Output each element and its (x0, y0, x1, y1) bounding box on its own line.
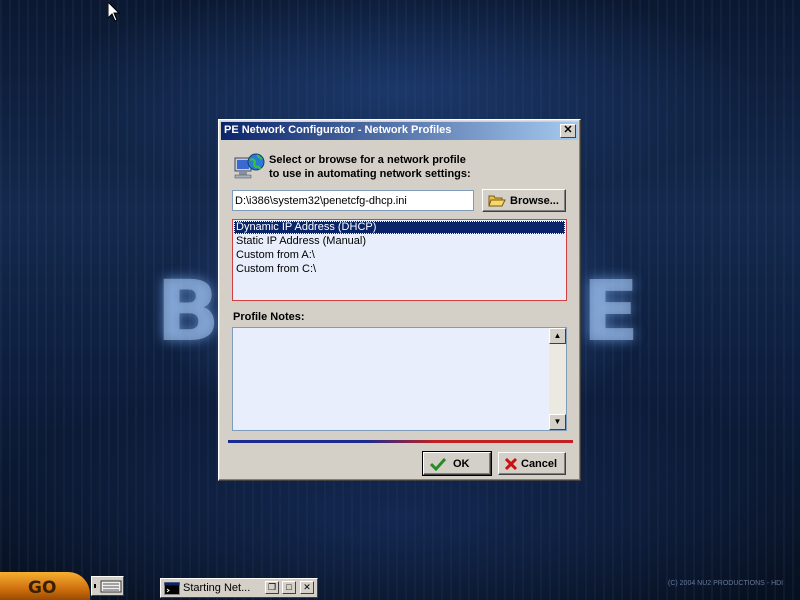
task-maximize-button[interactable]: □ (282, 581, 296, 594)
profile-notes-box[interactable]: ▲ ▼ (232, 327, 567, 431)
scroll-down-arrow-icon: ▼ (553, 417, 562, 426)
close-icon: ✕ (563, 124, 573, 136)
ok-button[interactable]: OK (422, 451, 492, 476)
command-prompt-icon (164, 582, 180, 595)
ok-label: OK (453, 458, 470, 470)
profile-item-static[interactable]: Static IP Address (Manual) (234, 235, 565, 248)
cancel-label: Cancel (521, 458, 558, 470)
browse-button[interactable]: Browse... (482, 189, 566, 212)
close-icon: ✕ (303, 582, 311, 592)
network-computer-globe-icon (234, 153, 265, 179)
task-close-button[interactable]: ✕ (300, 581, 314, 594)
copyright-text: (C) 2004 NU2 PRODUCTIONS - HDI (668, 580, 784, 587)
wallpaper-letter-decoration: E (582, 262, 640, 360)
profile-path-field[interactable] (232, 190, 474, 211)
keyboard-tray-button[interactable] (91, 576, 124, 596)
profile-item-custom-c[interactable]: Custom from C:\ (234, 263, 565, 276)
mouse-cursor-icon (108, 2, 120, 22)
instruction-line-2: to use in automating network settings: (269, 168, 471, 180)
browse-label: Browse... (510, 195, 559, 207)
instruction-line-1: Select or browse for a network profile (269, 154, 466, 166)
scroll-down-button[interactable]: ▼ (549, 414, 566, 430)
open-folder-icon (488, 195, 506, 207)
wallpaper-letter-decoration: B (156, 262, 221, 360)
dialog-instructions: Select or browse for a network profile t… (269, 153, 471, 181)
close-button[interactable]: ✕ (560, 124, 576, 138)
go-label: GO (28, 578, 57, 598)
go-start-button[interactable]: GO (0, 572, 90, 600)
scroll-up-arrow-icon: ▲ (553, 331, 562, 340)
network-profiles-dialog: PE Network Configurator - Network Profil… (218, 119, 581, 481)
taskbar-item-label: Starting Net... (183, 582, 251, 594)
dialog-divider (228, 440, 573, 443)
restore-icon: ❐ (267, 582, 277, 592)
keyboard-icon (94, 580, 122, 593)
dialog-titlebar[interactable]: PE Network Configurator - Network Profil… (221, 122, 578, 140)
checkmark-icon (430, 457, 446, 471)
red-x-icon (504, 457, 518, 471)
notes-scrollbar[interactable]: ▲ ▼ (549, 328, 566, 430)
cancel-button[interactable]: Cancel (498, 452, 566, 475)
profile-item-dhcp[interactable]: Dynamic IP Address (DHCP) (234, 221, 565, 234)
profile-notes-label: Profile Notes: (233, 311, 305, 323)
taskbar-item-starting-net[interactable]: Starting Net... ❐ □ ✕ (160, 578, 318, 598)
scroll-up-button[interactable]: ▲ (549, 328, 566, 344)
task-restore-button[interactable]: ❐ (265, 581, 279, 594)
maximize-icon: □ (286, 582, 292, 592)
dialog-title: PE Network Configurator - Network Profil… (224, 124, 452, 136)
profile-list[interactable]: Dynamic IP Address (DHCP) Static IP Addr… (232, 219, 567, 301)
profile-item-custom-a[interactable]: Custom from A:\ (234, 249, 565, 262)
